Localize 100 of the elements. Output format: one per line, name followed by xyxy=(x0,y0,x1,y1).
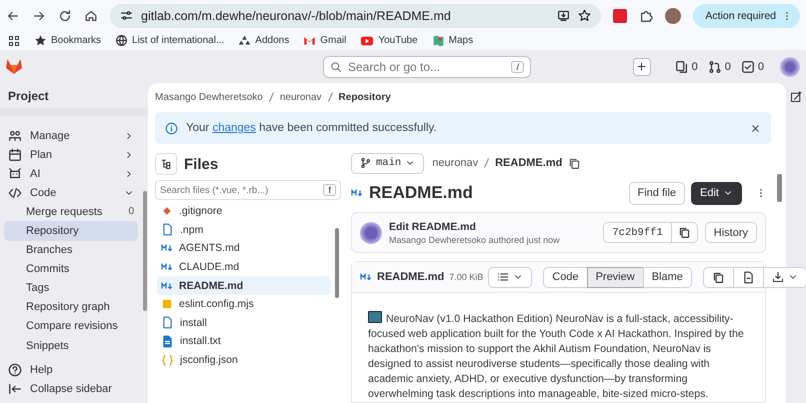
alert-message: Your changes have been committed successfully. xyxy=(186,122,438,134)
file-size: 7.00 KiB xyxy=(449,272,484,282)
todo-check-icon[interactable] xyxy=(740,60,755,74)
edit-button[interactable]: Edit xyxy=(691,182,742,204)
extension-icon[interactable] xyxy=(613,8,628,22)
new-item-button[interactable] xyxy=(632,58,651,76)
bookmark-star-icon[interactable] xyxy=(578,9,592,22)
nav-item[interactable]: Code xyxy=(4,183,138,202)
file-tree-icon xyxy=(160,158,172,170)
download-button[interactable] xyxy=(762,266,806,288)
nav-subitem[interactable]: Branches xyxy=(4,240,138,260)
tree-toggle-button[interactable] xyxy=(155,153,177,175)
file-search-field[interactable]: Search files (*.vue, *.rb...) f xyxy=(155,180,341,200)
puzzle-icon[interactable] xyxy=(639,8,654,22)
raw-file-button[interactable] xyxy=(732,266,764,288)
markdown-icon xyxy=(161,244,173,252)
plus-icon xyxy=(636,61,648,72)
markdown-icon xyxy=(161,263,173,272)
code-icon xyxy=(8,186,22,200)
git-file-icon xyxy=(161,205,173,218)
edit-note-icon[interactable] xyxy=(790,91,802,103)
issues-icon[interactable] xyxy=(674,60,689,74)
sidebar-footer-item[interactable]: Help xyxy=(4,360,144,380)
merge-request-icon[interactable] xyxy=(708,60,722,74)
path-item[interactable]: neuronav xyxy=(432,157,478,169)
nav-subitem[interactable]: Tags xyxy=(4,278,138,298)
nav-item[interactable]: Plan xyxy=(4,145,138,164)
globe-icon xyxy=(115,34,128,47)
nav-subitem[interactable]: Commits xyxy=(4,260,138,279)
branch-icon xyxy=(360,157,372,169)
scrollbar[interactable] xyxy=(777,174,782,202)
commit-message[interactable]: Edit README.md xyxy=(389,220,596,232)
copy-contents-button[interactable] xyxy=(702,266,734,288)
map-pin-icon xyxy=(432,34,445,47)
sidebar-footer-item[interactable]: Collapse sidebar xyxy=(4,380,144,399)
profile-avatar[interactable] xyxy=(665,8,682,24)
nav-subitem[interactable]: Repository graph xyxy=(4,298,138,317)
commit-sha-button[interactable]: 7c2b9ff1 xyxy=(603,222,672,243)
file-tree-item[interactable]: install xyxy=(157,314,331,332)
file-tree-item[interactable]: AGENTS.md xyxy=(157,239,331,258)
nav-item[interactable]: AI xyxy=(4,164,138,184)
path-item: README.md xyxy=(495,157,562,169)
apps-grid-icon[interactable] xyxy=(8,34,20,46)
search-field[interactable]: Search or go to... / xyxy=(323,56,531,78)
shortcut-key: / xyxy=(511,60,524,72)
bookmark-link[interactable]: List of international... xyxy=(132,35,224,46)
close-icon[interactable] xyxy=(750,122,761,134)
install-icon[interactable] xyxy=(557,9,570,22)
path-separator xyxy=(328,92,333,102)
document-icon xyxy=(742,270,755,284)
fox-logo-icon[interactable] xyxy=(5,58,23,75)
bookmark-link[interactable]: Bookmarks xyxy=(51,35,102,46)
file-tree-item[interactable]: eslint.config.mjs xyxy=(157,294,331,314)
commit-byline: Masango Dewheretsoko authored just now xyxy=(389,234,561,244)
breadcrumb-item[interactable]: neuronav xyxy=(280,92,322,102)
nav-subitem[interactable]: Snippets xyxy=(4,336,138,356)
scrollbar[interactable] xyxy=(335,228,339,298)
bookmark-link[interactable]: Addons xyxy=(255,35,290,46)
copy-icon xyxy=(568,156,582,170)
address-bar[interactable]: gitlab.com/m.dewhe/neuronav/-/blob/main/README.md xyxy=(110,4,602,28)
breadcrumb-item[interactable]: Masango Dewheretsoko xyxy=(155,92,263,102)
file-icon xyxy=(161,223,174,236)
nav-subitem[interactable]: Compare revisions xyxy=(4,316,138,336)
nav-subitem[interactable]: Repository xyxy=(4,221,138,241)
bookmark-link[interactable]: YouTube xyxy=(378,35,418,46)
author-avatar xyxy=(360,222,382,244)
view-tab[interactable]: Blame xyxy=(642,266,692,288)
star-icon xyxy=(34,34,47,47)
nav-item[interactable]: Manage xyxy=(4,126,138,146)
download-icon xyxy=(772,271,784,283)
file-icon xyxy=(161,316,174,330)
history-button[interactable]: History xyxy=(704,222,757,243)
bookmark-link[interactable]: Gmail xyxy=(320,35,346,46)
changes-link[interactable]: changes xyxy=(212,122,256,134)
home-icon[interactable] xyxy=(84,8,98,22)
file-name: README.md xyxy=(377,271,444,283)
counter-value: 0 xyxy=(692,60,698,72)
reload-icon[interactable] xyxy=(58,8,72,22)
book-icon xyxy=(368,311,382,323)
user-avatar[interactable] xyxy=(780,56,800,76)
outline-button[interactable] xyxy=(488,266,532,288)
view-tab[interactable]: Preview xyxy=(586,266,644,288)
find-file-button[interactable]: Find file xyxy=(628,182,686,204)
people-icon xyxy=(8,128,22,143)
bookmark-link[interactable]: Maps xyxy=(448,35,474,46)
file-tree-item[interactable]: README.md xyxy=(157,276,331,295)
file-tree-item[interactable]: jsconfig.json xyxy=(157,350,331,370)
file-tree-item[interactable]: install.txt xyxy=(157,332,331,351)
nav-subitem[interactable]: Merge requests 0 xyxy=(4,202,138,222)
sidebar-title: Project xyxy=(7,88,50,105)
file-tree-item[interactable]: CLAUDE.md xyxy=(157,258,331,276)
copy-sha-button[interactable] xyxy=(672,222,698,243)
file-tree-item[interactable]: .npm xyxy=(157,220,331,240)
collapse-icon xyxy=(8,382,22,396)
branch-selector[interactable]: main xyxy=(351,152,424,174)
scrollbar[interactable] xyxy=(143,191,147,311)
breadcrumb-item[interactable]: Repository xyxy=(338,92,391,102)
file-tree-item[interactable]: .gitignore xyxy=(157,202,331,221)
action-required-button[interactable]: Action required xyxy=(693,4,800,28)
view-tab[interactable]: Code xyxy=(543,266,588,288)
